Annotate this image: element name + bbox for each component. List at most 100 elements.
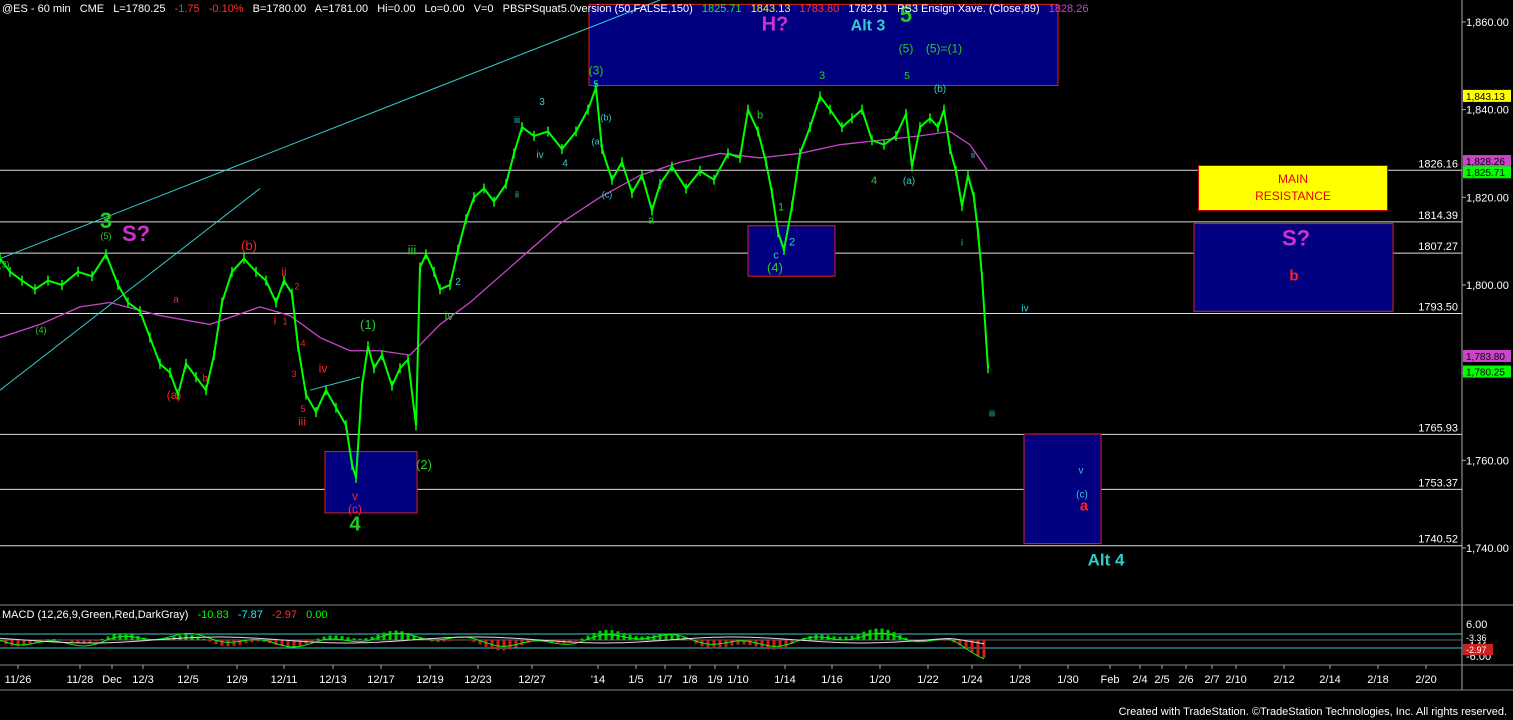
wave-label: iii [514,115,520,125]
wave-label: iv [319,362,328,376]
level-label: 1807.27 [1418,241,1458,253]
main-resistance-box: MAIN RESISTANCE [1198,165,1388,211]
wave-label: (b) [934,84,946,95]
wave-label: (a) [592,137,603,147]
wave-label: 4 [562,159,568,170]
x-tick-label: 12/19 [416,674,444,686]
x-tick-label: 2/7 [1204,674,1219,686]
wave-label: 5 [904,71,910,82]
y-tick-label: 1,840.00 [1466,105,1509,117]
x-tick-label: '14 [591,674,605,686]
wave-label: (5)=(1) [926,42,962,56]
x-tick-label: 11/26 [5,674,32,686]
x-tick-label: 12/5 [177,674,198,686]
exchange-label: CME [79,3,105,15]
x-tick-label: 12/17 [367,674,395,686]
wave-label: Alt 3 [851,18,886,35]
x-tick-label: 2/10 [1225,674,1246,686]
wave-label: a [648,215,655,227]
x-tick-label: 1/10 [727,674,748,686]
wave-label: (a) [903,176,915,187]
wave-label: iv [1021,303,1028,314]
study-value-4: 1782.91 [848,3,889,15]
wave-label: S? [122,221,150,246]
wave-label: a [1080,498,1089,515]
wave-label: 3 [100,208,112,233]
macd-value-1: -10.83 [197,609,229,621]
wave-label: (5) [899,42,914,56]
chart-header: @ES - 60 min CME L=1780.25 -1.75 -0.10% … [2,3,1094,15]
target-box [1023,433,1102,545]
x-tick-label: 12/9 [226,674,247,686]
wave-label: v [1079,465,1084,476]
y-tick-label: 1,860.00 [1466,17,1509,29]
level-label: 1814.39 [1418,210,1458,222]
price-tag-label: 1,780.25 [1466,368,1505,379]
x-tick-label: 2/14 [1319,674,1340,686]
wave-label: 4 [871,175,877,187]
ask-value: A=1781.00 [314,3,369,15]
x-tick-label: 2/6 [1178,674,1193,686]
level-label: 1753.37 [1418,477,1458,489]
wave-label: 2 [294,281,299,291]
x-tick-label: 1/8 [682,674,697,686]
x-tick-label: 2/4 [1132,674,1147,686]
wave-label: i [274,313,277,327]
y-tick-label: 1,800.00 [1466,280,1509,292]
x-tick-label: Dec [102,674,122,686]
wave-label: i [961,238,963,248]
wave-label: iv [536,150,543,161]
macd-value-4: 0.00 [306,609,328,621]
x-tick-label: 1/22 [917,674,938,686]
wave-label: ii [281,265,286,279]
target-box [747,225,836,277]
wave-label: a [173,295,179,306]
x-tick-label: 11/28 [67,674,94,686]
macd-tag: -2.97 [1466,645,1487,655]
study-name: PBSPSquat5.0version (50,FALSE,150) [502,3,693,15]
wave-label: S? [1282,226,1310,251]
macd-value-3: -2.97 [271,609,297,621]
level-label: 1826.16 [1418,158,1458,170]
x-tick-label: 1/9 [707,674,722,686]
x-tick-label: 12/27 [518,674,546,686]
x-tick-label: 1/20 [869,674,890,686]
x-tick-label: 2/12 [1273,674,1294,686]
price-tag-label: 1,783.80 [1466,352,1505,363]
x-tick-label: 12/11 [271,674,298,686]
macd-axis-label: 6.00 [1466,619,1487,631]
study2-name: PS3 Ensign Xave. (Close,89) [897,3,1040,15]
wave-label: 3 [291,369,296,379]
wave-label: 3 [819,70,825,82]
x-tick-label: 2/18 [1367,674,1388,686]
wave-label: iii [989,408,995,418]
resistance-line-1: MAIN [1278,172,1308,186]
x-tick-label: Feb [1101,674,1120,686]
x-tick-label: 2/20 [1415,674,1436,686]
x-tick-label: 1/14 [774,674,795,686]
wave-label: (b) [601,113,612,123]
x-tick-label: 1/28 [1009,674,1030,686]
x-tick-label: 1/7 [657,674,672,686]
study-value-1: 1825.71 [701,3,742,15]
y-tick-label: 1,820.00 [1466,192,1509,204]
wave-label: Alt 4 [1088,551,1125,570]
study-value-2: 1843.13 [750,3,791,15]
x-tick-label: 12/23 [464,674,492,686]
x-tick-label: 1/16 [821,674,842,686]
wave-label: 5 [593,80,599,91]
wave-label: 4 [349,513,361,535]
wave-label: 5 [300,404,305,414]
study2-value: 1828.26 [1048,3,1089,15]
wave-label: 3 [539,97,545,108]
x-tick-label: 12/13 [319,674,347,686]
wave-label: (b) [241,238,257,253]
hi-value: Hi=0.00 [377,3,416,15]
wave-label: iii [298,414,306,428]
wave-label: b [757,109,763,121]
wave-label: (4) [36,325,47,335]
wave-label: 2 [455,277,461,288]
y-tick-label: 1,740.00 [1466,543,1509,555]
y-tick-label: 1,760.00 [1466,455,1509,467]
wave-label: (4) [767,260,783,275]
